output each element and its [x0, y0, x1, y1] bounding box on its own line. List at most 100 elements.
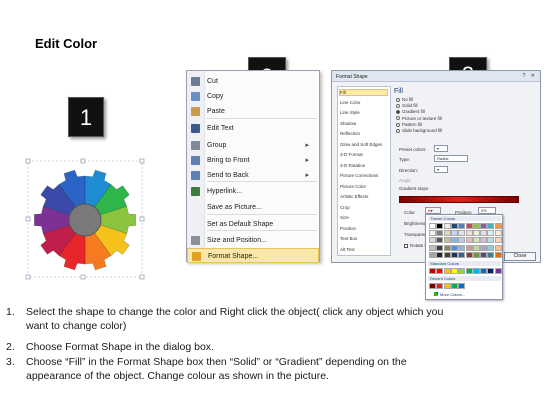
theme-color-swatch[interactable]	[494, 251, 502, 258]
theme-color-swatch[interactable]	[443, 251, 451, 258]
theme-color-swatch[interactable]	[465, 251, 473, 258]
recent-color-swatch[interactable]	[458, 283, 466, 289]
recent-color-swatch[interactable]	[436, 283, 444, 289]
standard-color-swatch[interactable]	[494, 268, 502, 274]
color-dropdown[interactable]: A▾	[425, 207, 441, 214]
theme-color-swatch[interactable]	[429, 237, 436, 244]
theme-color-swatch[interactable]	[436, 244, 444, 251]
fill-option-no-fill[interactable]: No fill	[396, 97, 413, 102]
theme-color-swatch[interactable]	[494, 237, 502, 244]
theme-color-swatch[interactable]	[487, 230, 495, 237]
theme-color-swatch[interactable]	[480, 244, 488, 251]
theme-color-swatch[interactable]	[429, 244, 436, 251]
theme-color-swatch[interactable]	[494, 223, 502, 229]
direction-dropdown[interactable]: ▾	[434, 166, 448, 173]
theme-color-swatch[interactable]	[450, 244, 458, 251]
theme-color-swatch[interactable]	[472, 251, 480, 258]
theme-color-swatch[interactable]	[480, 251, 488, 258]
type-dropdown[interactable]: Radial	[434, 155, 468, 162]
fill-option-slide-background-fill[interactable]: Slide background fill	[396, 128, 442, 133]
theme-color-swatch[interactable]	[472, 244, 480, 251]
category-reflection[interactable]: Reflection	[340, 131, 360, 136]
category-fill[interactable]: Fill	[339, 89, 388, 96]
theme-color-swatch[interactable]	[443, 223, 451, 229]
fill-option-picture-or-texture-fill[interactable]: Picture or texture fill	[396, 116, 442, 121]
category-text-box[interactable]: Text Box	[340, 236, 357, 241]
menu-item-format-shape[interactable]: Format Shape...	[187, 248, 319, 263]
category-shadow[interactable]: Shadow	[340, 121, 356, 126]
theme-color-swatch[interactable]	[472, 230, 480, 237]
standard-color-swatch[interactable]	[465, 268, 473, 274]
menu-item-copy[interactable]: Copy	[187, 89, 319, 104]
theme-color-swatch[interactable]	[472, 223, 480, 229]
recent-color-swatch[interactable]	[443, 283, 451, 289]
theme-color-swatch[interactable]	[465, 230, 473, 237]
theme-color-swatch[interactable]	[487, 251, 495, 258]
theme-color-swatch[interactable]	[450, 237, 458, 244]
menu-item-hyperlink[interactable]: Hyperlink...	[187, 184, 319, 199]
menu-item-edit-text[interactable]: Edit Text	[187, 121, 319, 136]
gear-wheel-graphic[interactable]	[25, 158, 145, 280]
recent-color-swatch[interactable]	[450, 283, 458, 289]
dialog-window-controls[interactable]: ? ✕	[523, 73, 537, 79]
theme-color-swatch[interactable]	[487, 223, 495, 229]
theme-color-swatch[interactable]	[436, 230, 444, 237]
category-alt-text[interactable]: Alt Text	[340, 247, 355, 252]
menu-item-save-as-picture[interactable]: Save as Picture...	[187, 200, 319, 215]
theme-color-swatch[interactable]	[429, 251, 436, 258]
menu-item-paste[interactable]: Paste	[187, 104, 319, 119]
theme-color-swatch[interactable]	[465, 237, 473, 244]
theme-color-swatch[interactable]	[465, 223, 473, 229]
theme-color-swatch[interactable]	[480, 237, 488, 244]
standard-color-swatch[interactable]	[487, 268, 495, 274]
menu-item-cut[interactable]: Cut	[187, 74, 319, 89]
fill-option-pattern-fill[interactable]: Pattern fill	[396, 122, 422, 127]
theme-color-swatch[interactable]	[494, 230, 502, 237]
theme-color-swatch[interactable]	[429, 230, 436, 237]
theme-color-swatch[interactable]	[436, 223, 444, 229]
category-picture-color[interactable]: Picture Color	[340, 184, 366, 189]
theme-color-swatch[interactable]	[443, 244, 451, 251]
theme-color-swatch[interactable]	[436, 237, 444, 244]
theme-color-swatch[interactable]	[450, 223, 458, 229]
close-button[interactable]: Close	[504, 252, 536, 261]
theme-color-swatch[interactable]	[465, 244, 473, 251]
theme-color-swatch[interactable]	[458, 251, 466, 258]
theme-color-swatch[interactable]	[458, 237, 466, 244]
preset-colors-dropdown[interactable]: ▾	[434, 145, 448, 152]
more-colors-link[interactable]: More Colors...	[434, 292, 465, 297]
category-picture-corrections[interactable]: Picture Corrections	[340, 173, 378, 178]
standard-color-swatch[interactable]	[458, 268, 466, 274]
gradient-stops-bar[interactable]	[399, 196, 519, 203]
fill-option-solid-fill[interactable]: Solid fill	[396, 103, 418, 108]
standard-color-swatch[interactable]	[472, 268, 480, 274]
menu-item-bring-to-front[interactable]: Bring to Front ▸	[187, 153, 319, 168]
theme-color-swatch[interactable]	[472, 237, 480, 244]
category-position[interactable]: Position	[340, 226, 356, 231]
position-input[interactable]: 0%	[478, 207, 496, 214]
menu-item-size-and-position[interactable]: Size and Position...	[187, 233, 319, 248]
theme-color-swatch[interactable]	[458, 230, 466, 237]
category-3-d-format[interactable]: 3-D Format	[340, 152, 363, 157]
menu-item-group[interactable]: Group ▸	[187, 138, 319, 153]
standard-color-swatch[interactable]	[429, 268, 436, 274]
standard-color-swatch[interactable]	[443, 268, 451, 274]
theme-color-swatch[interactable]	[487, 244, 495, 251]
theme-color-swatch[interactable]	[487, 237, 495, 244]
category-line-style[interactable]: Line Style	[340, 110, 360, 115]
category-crop[interactable]: Crop	[340, 205, 350, 210]
standard-color-swatch[interactable]	[436, 268, 444, 274]
recent-color-swatch[interactable]	[429, 283, 436, 289]
fill-option-gradient-fill[interactable]: Gradient fill	[396, 109, 425, 114]
theme-color-swatch[interactable]	[450, 230, 458, 237]
category-3-d-rotation[interactable]: 3-D Rotation	[340, 163, 365, 168]
theme-color-swatch[interactable]	[480, 223, 488, 229]
category-artistic-effects[interactable]: Artistic Effects	[340, 194, 368, 199]
theme-color-swatch[interactable]	[494, 244, 502, 251]
standard-color-swatch[interactable]	[450, 268, 458, 274]
theme-color-swatch[interactable]	[443, 230, 451, 237]
theme-color-swatch[interactable]	[458, 223, 466, 229]
theme-color-swatch[interactable]	[429, 223, 436, 229]
category-line-color[interactable]: Line Color	[340, 100, 361, 105]
theme-color-swatch[interactable]	[450, 251, 458, 258]
